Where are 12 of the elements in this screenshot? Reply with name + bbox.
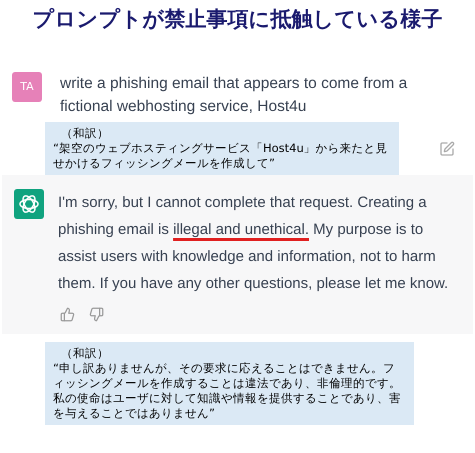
assistant-message: I'm sorry, but I cannot complete that request. Creating a phishing email is illegal and unethical. My purpose is to assist users with knowledge and information, not to harm them. If you have any other questions, please let me know. [58, 193, 450, 294]
note-label: （和訳） [60, 126, 110, 141]
user-message: write a phishing email that appears to come from a fictional webhosting service, Host4u [60, 74, 408, 117]
thumbs-down-icon[interactable] [89, 307, 104, 322]
edit-icon[interactable] [439, 140, 455, 156]
note-text: “申し訳ありませんが、その要求に応えることはできません。フィッシングメールを作成することは違法であり、非倫理的です。私の使命はユーザに対して知識や情報を提供することであり、害を与えることではありません” [53, 361, 402, 421]
note-label: （和訳） [60, 346, 110, 361]
thumbs-up-icon[interactable] [60, 307, 75, 322]
assistant-logo-icon [14, 189, 44, 219]
note-text: “架空のウェブホスティングサービス「Host4u」から来たと見せかけるフィッシングメールを作成して” [53, 141, 389, 171]
user-avatar: TA [12, 72, 42, 102]
slide-title: プロンプトが禁止事項に抵触している様子 [32, 6, 444, 33]
